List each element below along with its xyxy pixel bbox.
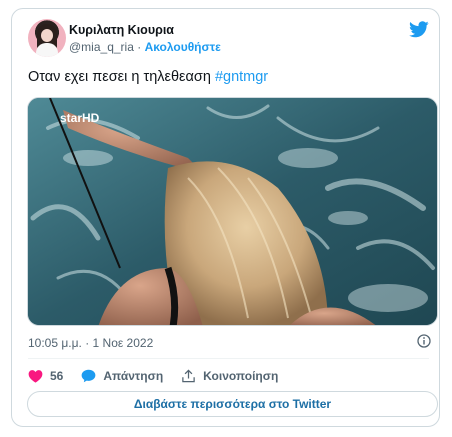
tweet-card: Κυριλατη Κιουρια @mia_q_ria · Ακολουθήστ…: [11, 8, 440, 427]
action-bar: 56 Απάντηση Κοινοποίηση: [28, 367, 296, 385]
tweet-body: Οταν εχει πεσει η τηλεθεαση: [28, 69, 215, 85]
heart-icon: [28, 370, 43, 383]
author-handle[interactable]: @mia_q_ria: [69, 40, 134, 54]
share-icon: [182, 369, 195, 383]
like-count: 56: [50, 369, 64, 383]
read-more-button[interactable]: Διαβάστε περισσότερα στο Twitter: [27, 391, 438, 417]
info-icon[interactable]: [417, 334, 431, 348]
media-image[interactable]: starHD: [27, 97, 438, 326]
like-button[interactable]: 56: [28, 369, 63, 383]
media-picture: starHD: [28, 98, 437, 325]
divider: [28, 358, 429, 359]
tweet-text: Οταν εχει πεσει η τηλεθεαση #gntmgr: [28, 69, 268, 85]
media-watermark: starHD: [60, 111, 100, 125]
tweet-timestamp[interactable]: 10:05 μ.μ. · 1 Νοε 2022: [28, 336, 153, 350]
twitter-bird-icon[interactable]: [409, 21, 429, 38]
author-name[interactable]: Κυριλατη Κιουρια: [69, 23, 174, 37]
share-button[interactable]: Κοινοποίηση: [181, 369, 278, 383]
reply-button[interactable]: Απάντηση: [81, 369, 163, 383]
reply-bubble-icon: [81, 369, 96, 383]
share-label: Κοινοποίηση: [203, 369, 279, 383]
hashtag-link[interactable]: #gntmgr: [215, 69, 268, 85]
follow-link[interactable]: Ακολουθήστε: [145, 40, 221, 54]
avatar[interactable]: [28, 19, 66, 57]
separator-dot: ·: [137, 40, 142, 54]
handle-row: @mia_q_ria · Ακολουθήστε: [69, 40, 221, 54]
reply-label: Απάντηση: [103, 369, 164, 383]
